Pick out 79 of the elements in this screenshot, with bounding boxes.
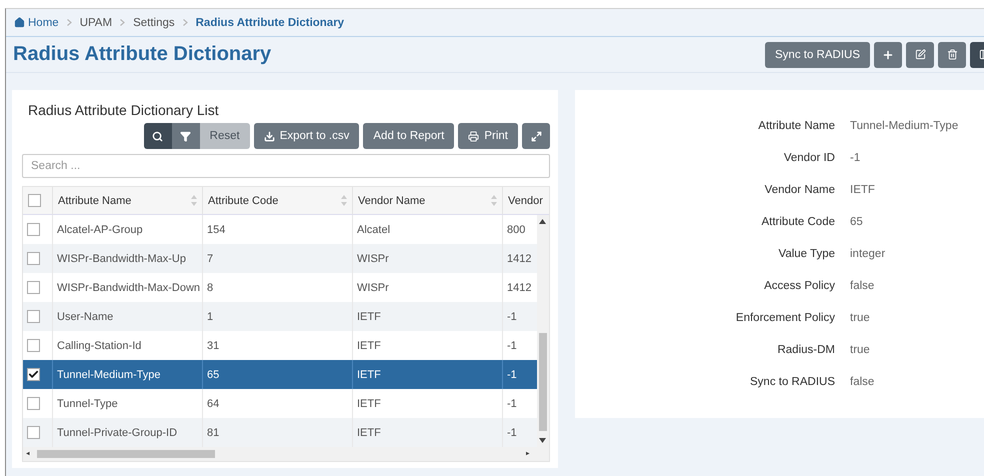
detail-label: Enforcement Policy [734,312,835,324]
expand-button[interactable] [522,123,550,149]
filter-icon [180,130,192,142]
add-button[interactable] [874,42,902,68]
table-cell: User-Name [53,302,203,331]
chevron-icon [66,19,72,26]
vertical-scrollbar[interactable] [537,215,549,447]
export-button[interactable]: Export to .csv [254,123,360,149]
checkbox[interactable] [27,281,40,294]
search-field[interactable]: Search ... [22,154,550,178]
checkbox[interactable] [27,310,40,323]
search-button[interactable] [144,123,172,149]
breadcrumb-link[interactable]: Settings [133,16,175,28]
page-title: Radius Attribute Dictionary [13,43,272,66]
checkbox[interactable] [28,194,41,207]
table-cell: IETF [353,302,503,331]
trash-icon [946,49,958,60]
printer-icon [468,130,480,142]
detail-label: Vendor ID [782,152,835,164]
detail-value: integer [850,248,886,260]
download-icon [264,130,275,142]
table-cell: 81 [203,418,353,447]
checkbox[interactable] [27,426,40,439]
scroll-right-arrow[interactable] [526,451,531,456]
sort-icon[interactable] [491,195,497,206]
detail-value: false [850,376,876,388]
detail-value: false [850,280,876,292]
breadcrumb-link[interactable]: Home [14,16,59,28]
detail-value: IETF [850,184,876,196]
table-cell: 65 [203,360,353,389]
table-cell: Tunnel-Medium-Type [53,360,203,389]
chevron-icon [120,19,126,26]
row-select-cell[interactable] [23,360,53,389]
edit-icon [914,49,926,60]
table-cell: Tunnel-Private-Group-ID [53,418,203,447]
detail-label: Access Policy [763,280,835,292]
scroll-left-arrow[interactable] [26,451,31,456]
detail-value: 65 [850,216,864,228]
filter-button[interactable] [172,123,200,149]
panel-title: Radius Attribute Dictionary List [28,102,220,118]
checkbox[interactable] [27,339,40,352]
breadcrumb-link[interactable]: UPAM [80,16,112,28]
chevron-icon [182,19,188,26]
checkbox[interactable] [27,223,40,236]
home-icon [14,17,25,28]
checkbox[interactable] [27,397,40,410]
report-button[interactable]: Add to Report [363,123,454,149]
table-cell: 7 [203,244,353,273]
horizontal-scrollbar[interactable] [23,447,549,461]
sync-button[interactable]: Sync to RADIUS [765,42,870,68]
breadcrumb-link[interactable]: Radius Attribute Dictionary [196,16,344,28]
detail-label: Vendor Name [764,184,835,196]
checkbox[interactable] [27,368,40,381]
search-icon [152,130,164,142]
table-cell: IETF [353,360,503,389]
detail-value: Tunnel-Medium-Type [850,120,960,132]
table-cell: IETF [353,418,503,447]
edit-button[interactable] [906,42,934,68]
table-cell: WISPr [353,244,503,273]
scroll-up-arrow[interactable] [539,219,546,224]
column-header[interactable]: Vendor Name [358,194,426,206]
table-cell: 1 [203,302,353,331]
print-button[interactable]: Print [458,123,518,149]
detail-label: Sync to RADIUS [749,376,835,388]
table-cell: WISPr-Bandwidth-Max-Up [53,244,203,273]
detail-label: Attribute Code [760,216,835,228]
checkbox[interactable] [27,252,40,265]
detail-value: true [850,344,871,356]
detail-label: Attribute Name [757,120,835,132]
plus-icon [882,48,894,60]
sort-icon[interactable] [341,195,347,206]
scroll-down-arrow[interactable] [539,438,546,443]
expand-icon [530,130,542,142]
detail-value: true [850,312,871,324]
sort-icon[interactable] [191,195,197,206]
detail-label: Value Type [778,248,835,260]
detail-label: Radius-DM [776,344,835,356]
detail-value: -1 [850,152,862,164]
delete-button[interactable] [938,42,966,68]
